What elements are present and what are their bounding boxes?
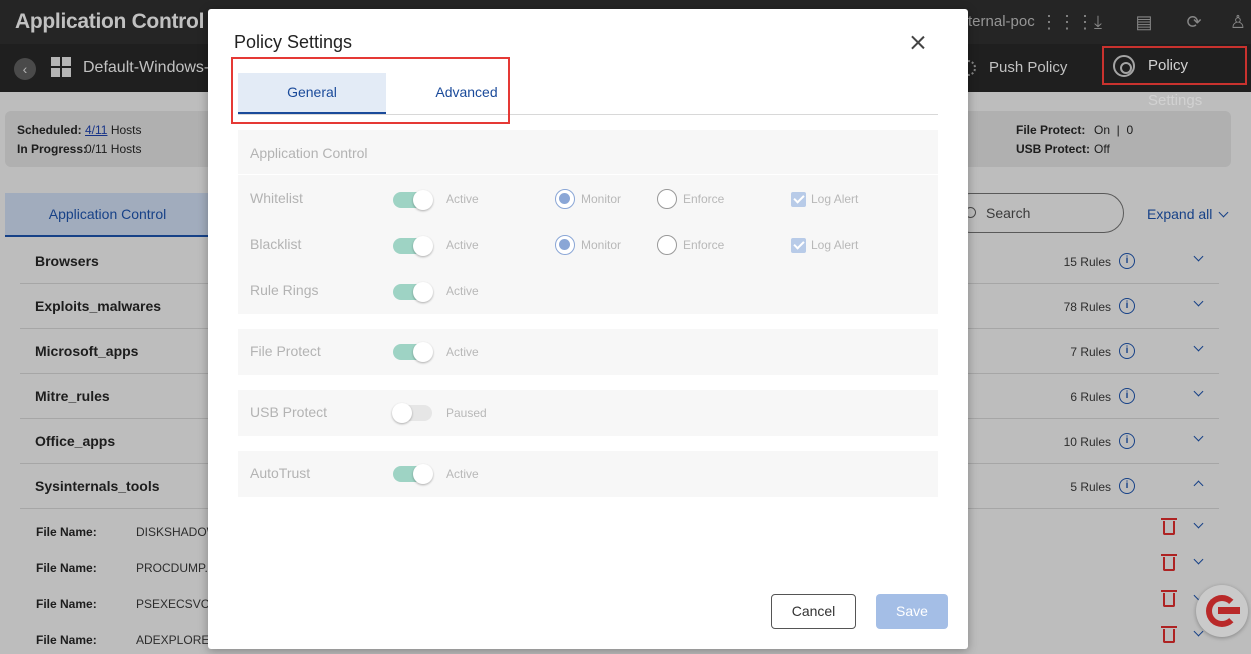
- blacklist-enforce-radio[interactable]: [657, 235, 677, 255]
- autotrust-status: Active: [446, 467, 479, 481]
- application-control-section: Application Control Whitelist Active Mon…: [238, 130, 938, 314]
- usb-protect-toggle[interactable]: [392, 403, 432, 423]
- blacklist-label: Blacklist: [250, 236, 302, 252]
- blacklist-toggle[interactable]: [393, 236, 433, 256]
- close-icon[interactable]: [908, 33, 928, 53]
- whitelist-label: Whitelist: [250, 190, 303, 206]
- file-protect-label: File Protect: [250, 343, 321, 359]
- whitelist-monitor-radio[interactable]: [555, 189, 575, 209]
- autotrust-toggle[interactable]: [393, 464, 433, 484]
- whitelist-log-alert-label: Log Alert: [811, 192, 859, 206]
- whitelist-status: Active: [446, 192, 479, 206]
- file-protect-section: File Protect Active: [238, 329, 938, 375]
- blacklist-monitor-label: Monitor: [581, 238, 622, 252]
- cancel-button[interactable]: Cancel: [771, 594, 856, 629]
- dialog-title: Policy Settings: [234, 32, 353, 52]
- rule-rings-status: Active: [446, 284, 479, 298]
- section-heading: Application Control: [250, 145, 368, 161]
- rule-rings-toggle[interactable]: [393, 282, 433, 302]
- autotrust-section: AutoTrust Active: [238, 451, 938, 497]
- whitelist-log-alert-checkbox[interactable]: [791, 192, 806, 207]
- policy-settings-dialog: Policy Settings General Advanced Applica…: [208, 9, 968, 649]
- usb-protect-section: USB Protect Paused: [238, 390, 938, 436]
- blacklist-status: Active: [446, 238, 479, 252]
- tabs-highlight-box: [231, 57, 510, 124]
- whitelist-monitor-label: Monitor: [581, 192, 622, 206]
- whitelist-enforce-radio[interactable]: [657, 189, 677, 209]
- whitelist-toggle[interactable]: [393, 190, 433, 210]
- usb-protect-label: USB Protect: [250, 404, 328, 420]
- file-protect-toggle[interactable]: [393, 342, 433, 362]
- blacklist-monitor-radio[interactable]: [555, 235, 575, 255]
- blacklist-log-alert-label: Log Alert: [811, 238, 859, 252]
- blacklist-enforce-label: Enforce: [683, 238, 725, 252]
- autotrust-label: AutoTrust: [250, 465, 311, 481]
- blacklist-log-alert-checkbox[interactable]: [791, 238, 806, 253]
- whitelist-enforce-label: Enforce: [683, 192, 725, 206]
- usb-protect-status: Paused: [446, 406, 487, 420]
- file-protect-status: Active: [446, 345, 479, 359]
- save-button[interactable]: Save: [876, 594, 948, 629]
- rule-rings-label: Rule Rings: [250, 282, 319, 298]
